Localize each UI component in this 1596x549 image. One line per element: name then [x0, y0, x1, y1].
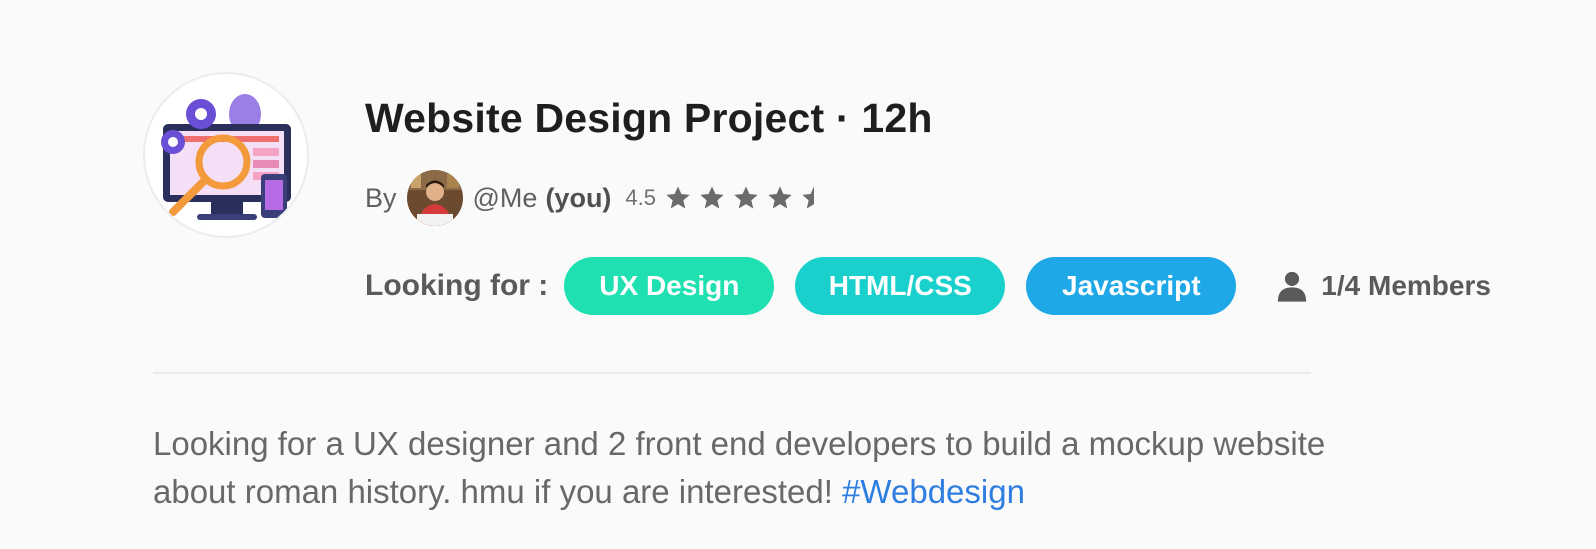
- project-thumbnail[interactable]: [143, 72, 309, 238]
- post-description: Looking for a UX designer and 2 front en…: [153, 420, 1333, 516]
- star-half-icon: [802, 186, 815, 209]
- web-design-illustration-icon: [161, 94, 291, 220]
- members-count: 1/4 Members: [1275, 269, 1491, 303]
- star-full-icon: [734, 186, 758, 209]
- tag-javascript[interactable]: Javascript: [1026, 257, 1237, 315]
- rating-value: 4.5: [625, 185, 657, 210]
- looking-for-label: Looking for :: [365, 269, 549, 302]
- author-byline: By @Me (you) 4.5: [365, 170, 834, 226]
- project-post-card: Website Design Project · 12h By @Me (you…: [0, 0, 1596, 549]
- person-icon: [1278, 271, 1307, 302]
- author-avatar[interactable]: [406, 170, 463, 226]
- looking-for-row: Looking for : UX Design HTML/CSS Javascr…: [365, 257, 1491, 315]
- description-text: Looking for a UX designer and 2 front en…: [153, 425, 1326, 510]
- star-full-icon: [666, 186, 690, 209]
- avatar-photo-icon: [406, 170, 463, 226]
- star-full-icon: [768, 186, 792, 209]
- star-rating: [664, 184, 834, 212]
- tag-html-css[interactable]: HTML/CSS: [795, 257, 1006, 315]
- members-text: 1/4 Members: [1321, 270, 1491, 301]
- tag-ux-design[interactable]: UX Design: [564, 257, 775, 315]
- you-indicator: (you): [545, 182, 612, 213]
- by-label: By: [365, 182, 397, 213]
- project-title: Website Design Project · 12h: [365, 95, 933, 141]
- hashtag-link[interactable]: #Webdesign: [842, 473, 1025, 510]
- author-handle[interactable]: @Me: [473, 183, 538, 214]
- star-full-icon: [700, 186, 724, 209]
- divider: [153, 372, 1311, 374]
